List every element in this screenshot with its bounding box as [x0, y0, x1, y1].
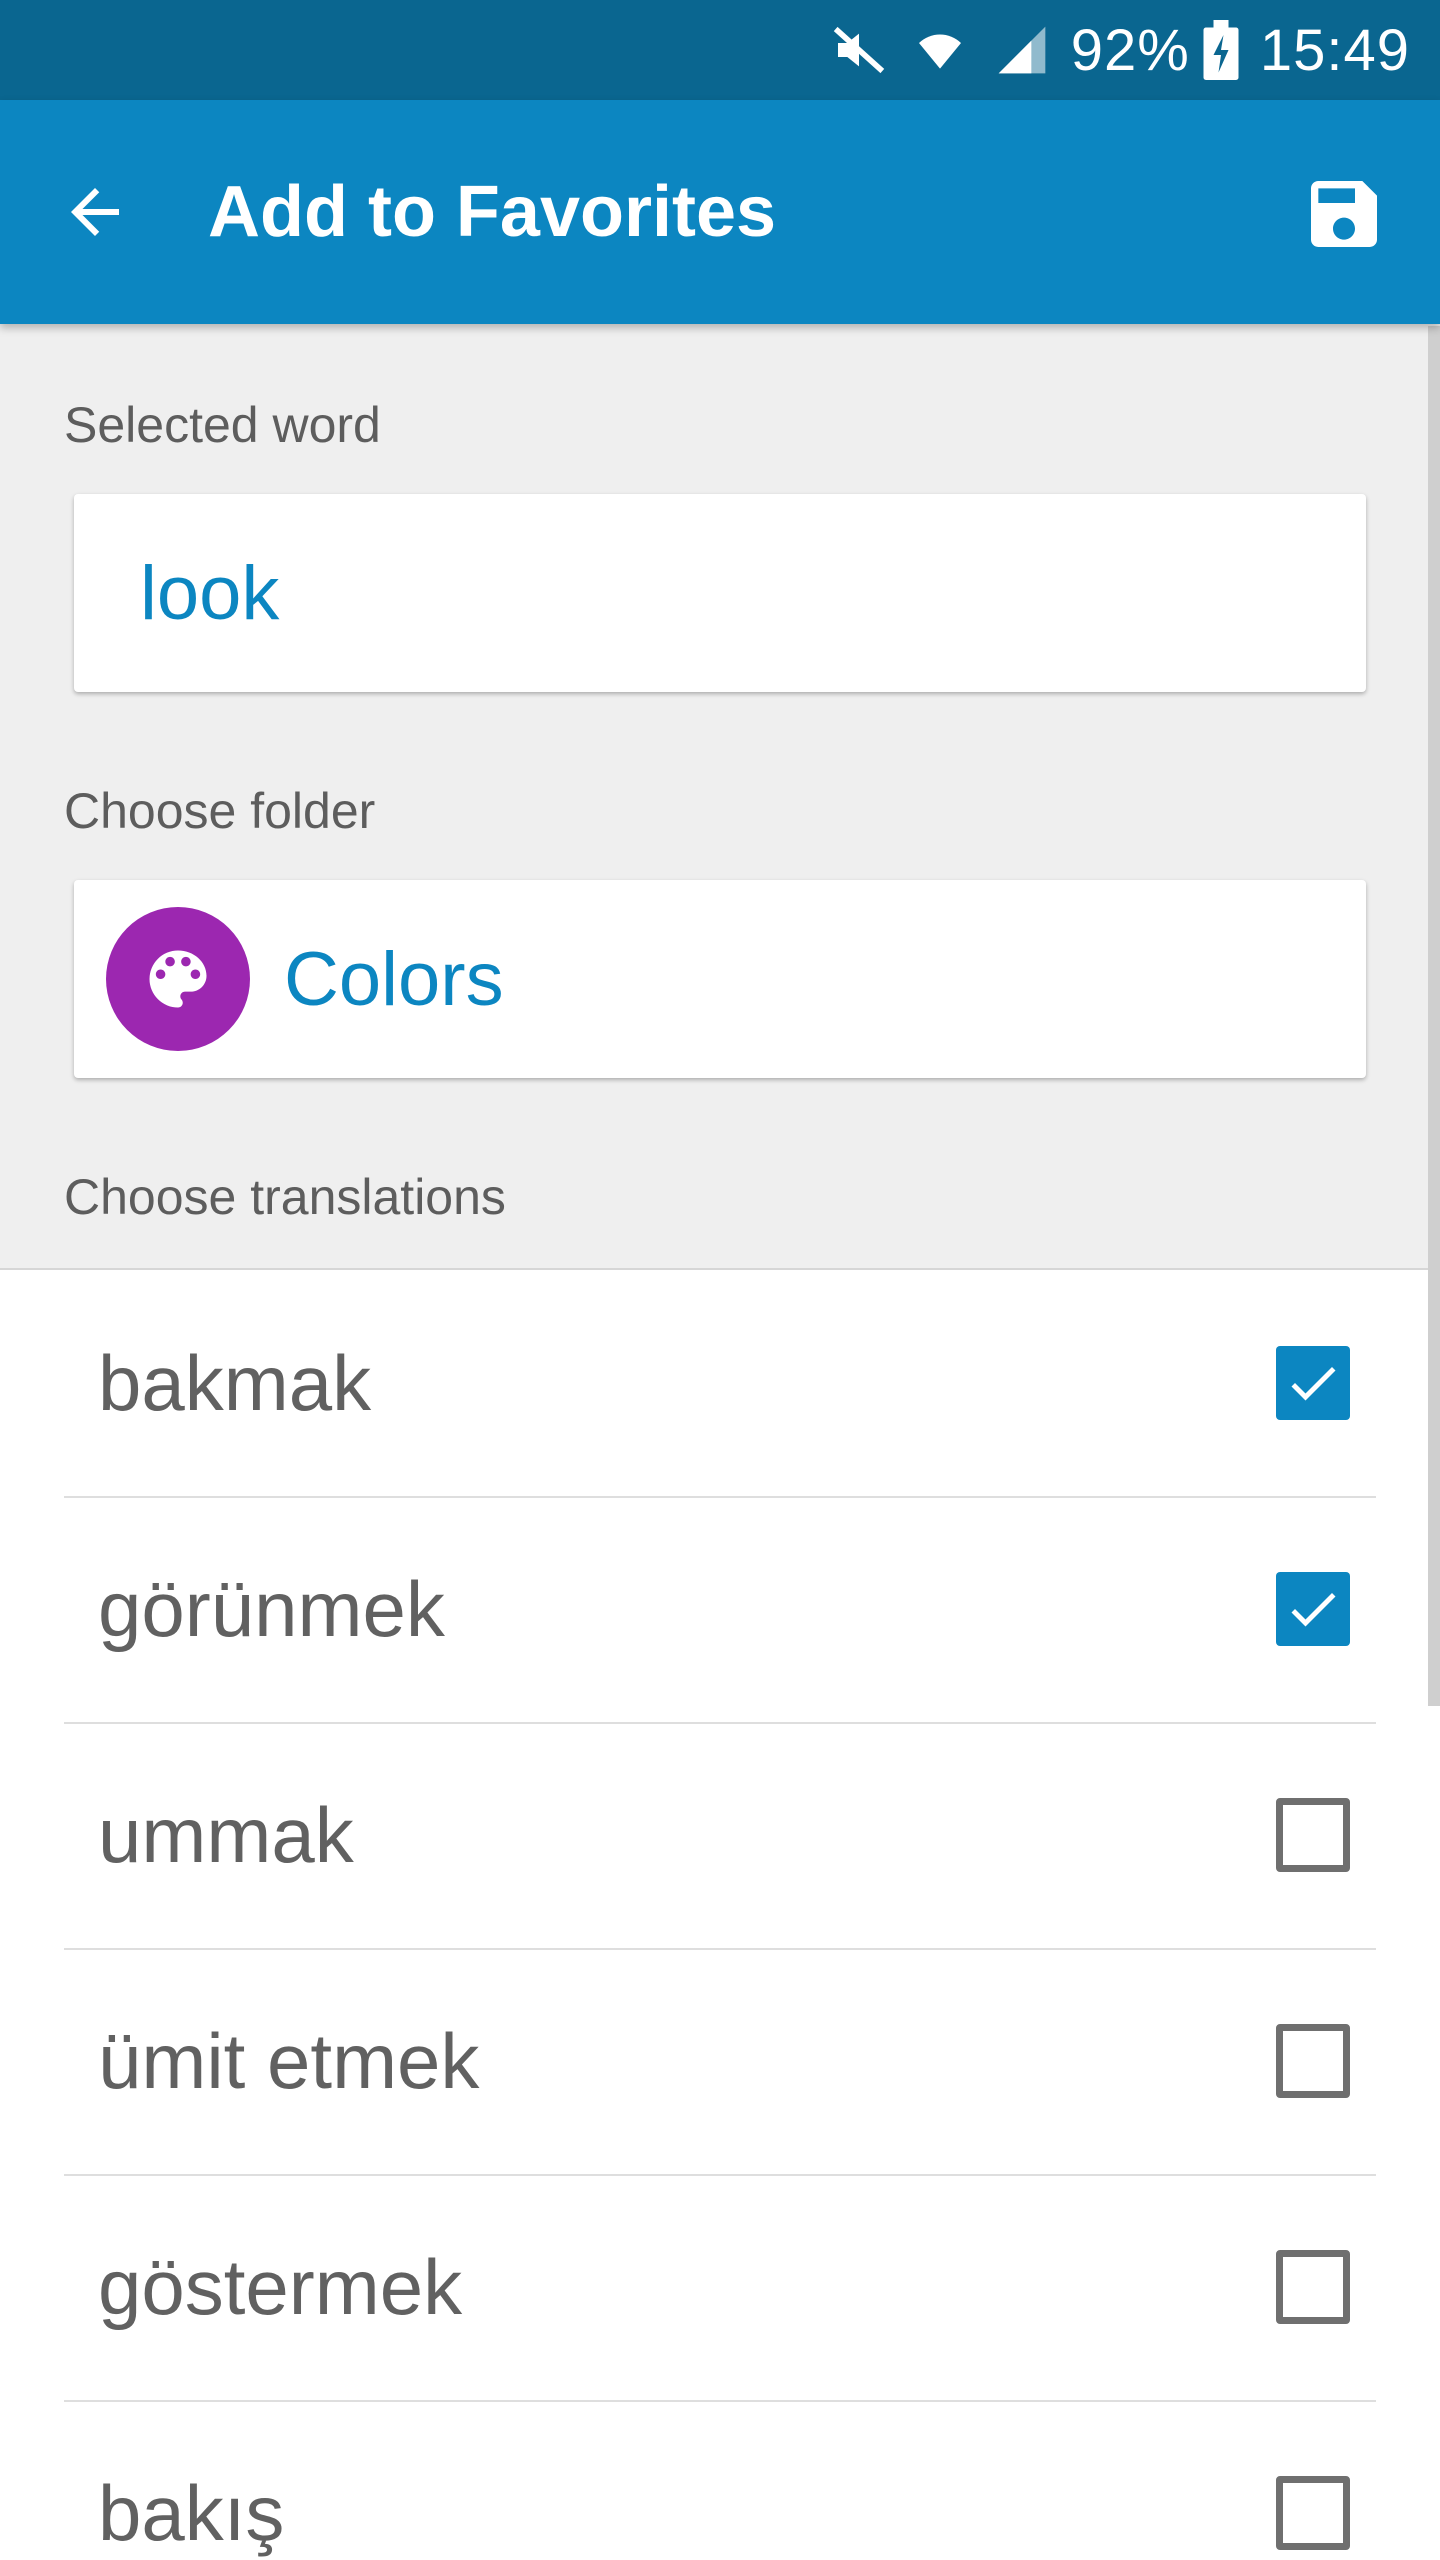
translations-list: bakmak görünmek ummak ümit etmek gösterm… — [0, 1270, 1440, 2560]
translation-label: ümit etmek — [98, 2017, 480, 2105]
signal-icon — [993, 22, 1051, 78]
page-title: Add to Favorites — [208, 172, 777, 252]
scrollbar[interactable] — [1428, 326, 1440, 1706]
selected-word-label: Selected word — [64, 397, 381, 453]
wifi-icon — [909, 22, 971, 78]
arrow-left-icon — [71, 188, 119, 236]
translation-checkbox[interactable] — [1276, 2476, 1350, 2550]
folder-selector[interactable]: Colors — [74, 880, 1366, 1078]
translation-row[interactable]: ummak — [64, 1722, 1376, 1950]
selected-word-card[interactable]: look — [74, 494, 1366, 692]
translation-label: bakmak — [98, 1339, 372, 1427]
palette-icon — [106, 907, 250, 1051]
checkmark-icon — [1291, 1367, 1336, 1401]
save-button[interactable] — [1298, 170, 1390, 258]
translation-row[interactable]: bakış — [64, 2400, 1376, 2560]
translation-row[interactable]: görünmek — [64, 1496, 1376, 1724]
status-bar: 92% 15:49 — [0, 0, 1440, 100]
translation-label: göstermek — [98, 2243, 463, 2331]
translation-label: görünmek — [98, 1565, 445, 1653]
translation-label: bakış — [98, 2469, 285, 2557]
app-root: 92% 15:49 Add to Favorites Selected word — [0, 0, 1440, 2560]
floppy-disk-icon — [1311, 181, 1377, 247]
app-bar: Add to Favorites — [0, 100, 1440, 324]
translation-checkbox[interactable] — [1276, 2024, 1350, 2098]
mute-icon — [831, 22, 887, 78]
choose-folder-label: Choose folder — [64, 783, 376, 839]
translation-row[interactable]: bakmak — [64, 1270, 1376, 1498]
checkmark-icon — [1291, 1593, 1336, 1627]
translation-row[interactable]: ümit etmek — [64, 1948, 1376, 2176]
translation-checkbox[interactable] — [1276, 1572, 1350, 1646]
battery-charging-icon — [1202, 20, 1240, 80]
translation-checkbox[interactable] — [1276, 1346, 1350, 1420]
clock: 15:49 — [1259, 17, 1410, 83]
back-button[interactable] — [50, 172, 140, 252]
translation-checkbox[interactable] — [1276, 2250, 1350, 2324]
translation-row[interactable]: göstermek — [64, 2174, 1376, 2402]
form-area: Selected word look Choose folder Colors … — [0, 324, 1440, 1269]
translation-label: ummak — [98, 1791, 354, 1879]
battery-percent: 92% — [1070, 17, 1190, 83]
folder-name: Colors — [284, 937, 504, 1022]
translation-checkbox[interactable] — [1276, 1798, 1350, 1872]
choose-translations-label: Choose translations — [64, 1169, 506, 1225]
selected-word-value: look — [140, 551, 280, 636]
